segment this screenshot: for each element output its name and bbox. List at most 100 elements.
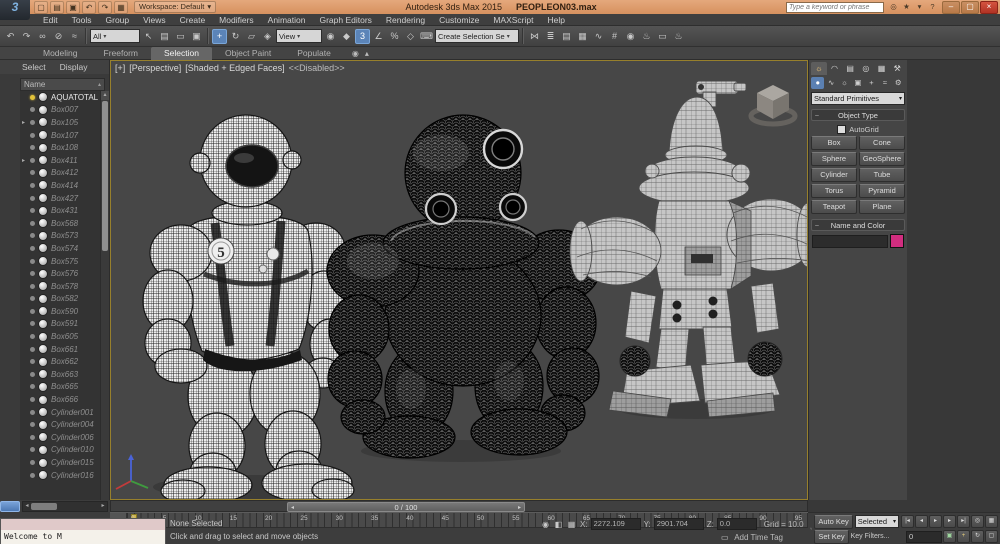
visibility-bulb-icon[interactable] xyxy=(30,372,35,377)
visibility-bulb-icon[interactable] xyxy=(30,447,35,452)
visibility-bulb-icon[interactable] xyxy=(30,120,35,125)
expand-arrow-icon[interactable]: ▸ xyxy=(22,157,27,164)
menu-item[interactable]: Views xyxy=(136,14,173,26)
viewport-shading-menu[interactable]: [Shaded + Edged Faces] xyxy=(185,63,284,73)
list-item[interactable]: ▸ Box576 xyxy=(20,267,100,280)
list-item[interactable]: ▸ Box414 xyxy=(20,179,100,192)
model-diver[interactable] xyxy=(327,115,601,462)
visibility-bulb-icon[interactable] xyxy=(30,95,35,100)
align-icon[interactable]: ≣ xyxy=(543,29,558,44)
list-item[interactable]: ▸ Box661 xyxy=(20,343,100,356)
open-file-icon[interactable]: ▤ xyxy=(50,1,64,14)
percent-snap-toggle-icon[interactable]: % xyxy=(387,29,402,44)
visibility-bulb-icon[interactable] xyxy=(30,334,35,339)
material-editor-icon[interactable]: ◉ xyxy=(623,29,638,44)
visibility-bulb-icon[interactable] xyxy=(30,284,35,289)
viewport-general-menu[interactable]: [+] xyxy=(115,63,125,73)
ribbon-toggle-icon[interactable]: ▦ xyxy=(575,29,590,44)
selection-filter-dropdown[interactable]: All▾ xyxy=(90,29,140,43)
x-coordinate-field[interactable]: 2272.109 xyxy=(591,518,641,530)
list-item[interactable]: ▸ Box431 xyxy=(20,204,100,217)
reference-coordinate-dropdown[interactable]: View▾ xyxy=(276,29,322,43)
ribbon-tab[interactable]: Populate xyxy=(284,47,344,60)
list-item[interactable]: ▸ Box573 xyxy=(20,230,100,243)
primitive-button[interactable]: Cone xyxy=(859,136,905,150)
list-item[interactable]: ▸ Box427 xyxy=(20,192,100,205)
select-by-name-icon[interactable]: ▤ xyxy=(157,29,172,44)
ribbon-config-icon[interactable]: ◉ xyxy=(352,49,359,58)
visibility-bulb-icon[interactable] xyxy=(30,359,35,364)
minimize-button[interactable]: – xyxy=(942,1,960,14)
current-frame-field[interactable]: 0 xyxy=(906,531,942,543)
visibility-bulb-icon[interactable] xyxy=(30,170,35,175)
undo-icon[interactable]: ↶ xyxy=(3,29,18,44)
named-selection-set-dropdown[interactable]: Create Selection Se▾ xyxy=(435,29,519,43)
subtab-geometry-icon[interactable]: ● xyxy=(811,77,824,89)
object-name-field[interactable] xyxy=(812,235,888,248)
explorer-name-column-header[interactable]: Name ▴ xyxy=(20,78,105,91)
menu-item[interactable]: Modifiers xyxy=(212,14,260,26)
visibility-bulb-icon[interactable] xyxy=(30,460,35,465)
menu-item[interactable]: MAXScript xyxy=(486,14,540,26)
list-item[interactable]: ▸ Cylinder004 xyxy=(20,418,100,431)
visibility-bulb-icon[interactable] xyxy=(30,233,35,238)
auto-key-button[interactable]: Auto Key xyxy=(814,515,852,529)
name-and-color-rollout[interactable]: − Name and Color xyxy=(811,219,905,231)
list-item[interactable]: ▸ Cylinder006 xyxy=(20,431,100,444)
list-item[interactable]: ▸ Box663 xyxy=(20,368,100,381)
visibility-bulb-icon[interactable] xyxy=(30,435,35,440)
explorer-menu-item[interactable]: Select xyxy=(22,62,46,72)
list-item[interactable]: ▸ Box665 xyxy=(20,381,100,394)
list-item[interactable]: ▸ Box575 xyxy=(20,255,100,268)
mirror-icon[interactable]: ⋈ xyxy=(527,29,542,44)
subtab-systems-icon[interactable]: ⚙ xyxy=(892,77,905,89)
visibility-bulb-icon[interactable] xyxy=(30,347,35,352)
y-coordinate-field[interactable]: 2901.704 xyxy=(654,518,704,530)
explorer-menu-item[interactable]: Display xyxy=(60,62,88,72)
isolate-selection-toggle-icon[interactable]: ◉ xyxy=(540,519,551,530)
autogrid-checkbox[interactable] xyxy=(837,125,846,134)
list-item[interactable]: ▸ Box662 xyxy=(20,355,100,368)
help-icon[interactable]: ? xyxy=(927,2,938,12)
subtab-cameras-icon[interactable]: ▣ xyxy=(851,77,864,89)
ribbon-tab[interactable]: Object Paint xyxy=(212,47,284,60)
list-item[interactable]: ▸ Box574 xyxy=(20,242,100,255)
ribbon-tab[interactable]: Selection xyxy=(151,47,212,60)
select-and-link-icon[interactable]: ∞ xyxy=(35,29,50,44)
angle-snap-toggle-icon[interactable]: ∠ xyxy=(371,29,386,44)
subtab-lights-icon[interactable]: ☼ xyxy=(838,77,851,89)
rectangular-selection-region-icon[interactable]: ▭ xyxy=(173,29,188,44)
previous-key-icon[interactable]: ◂ xyxy=(291,504,294,511)
redo-icon[interactable]: ↷ xyxy=(98,1,112,14)
visibility-bulb-icon[interactable] xyxy=(30,296,35,301)
visibility-bulb-icon[interactable] xyxy=(30,208,35,213)
set-key-button[interactable]: Set Key xyxy=(814,530,848,544)
listener-macro-row[interactable] xyxy=(1,519,165,530)
z-coordinate-field[interactable]: 0.0 xyxy=(717,518,757,530)
primitive-category-dropdown[interactable]: Standard Primitives ▾ xyxy=(811,92,905,105)
explorer-vertical-scrollbar[interactable]: ▴ xyxy=(100,91,109,500)
menu-item[interactable]: Rendering xyxy=(379,14,432,26)
list-item[interactable]: ▸ Box578 xyxy=(20,280,100,293)
undo-icon[interactable]: ↶ xyxy=(82,1,96,14)
zoom-all-icon[interactable]: ▦ xyxy=(985,515,998,528)
visibility-bulb-icon[interactable] xyxy=(30,410,35,415)
menu-item[interactable]: Group xyxy=(99,14,137,26)
primitive-button[interactable]: Box xyxy=(811,136,857,150)
list-item[interactable]: ▸ Cylinder001 xyxy=(20,406,100,419)
bind-to-space-warp-icon[interactable]: ≈ xyxy=(67,29,82,44)
save-file-icon[interactable]: ▣ xyxy=(66,1,80,14)
snaps-toggle-icon[interactable]: 3 xyxy=(355,29,370,44)
menu-item[interactable]: Create xyxy=(173,14,213,26)
subtab-shapes-icon[interactable]: ∿ xyxy=(824,77,837,89)
list-item[interactable]: ▸ Box007 xyxy=(20,104,100,117)
list-item[interactable]: ▸ Box411 xyxy=(20,154,100,167)
render-production-icon[interactable]: ♨ xyxy=(671,29,686,44)
visibility-bulb-icon[interactable] xyxy=(30,158,35,163)
ribbon-tab[interactable]: Freeform xyxy=(91,47,151,60)
object-color-swatch[interactable] xyxy=(890,234,904,248)
time-slider-handle[interactable]: ◂ 0 / 100 ▸ xyxy=(287,502,525,512)
menu-item[interactable]: Edit xyxy=(36,14,65,26)
list-item[interactable]: ▸ Box590 xyxy=(20,305,100,318)
go-to-start-button[interactable]: |◂ xyxy=(901,515,914,528)
